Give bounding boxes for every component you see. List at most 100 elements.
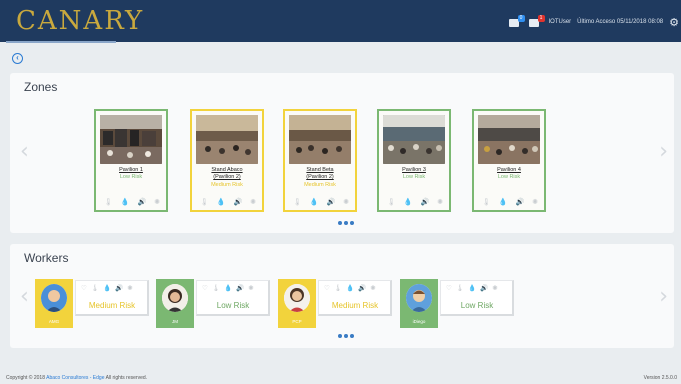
zone-sensor-row: 🌡 💧 🔊 ✺	[482, 198, 538, 206]
workers-title: Workers	[24, 251, 69, 265]
pagination-dot[interactable]	[350, 221, 354, 225]
gas-icon: ✺	[343, 199, 349, 206]
worker-risk-label: Low Risk	[460, 301, 494, 310]
sound-icon: 🔊	[358, 285, 367, 292]
humidity-drop-icon: 💧	[120, 199, 130, 206]
zone-photo	[383, 115, 445, 164]
worker-sensor-row: ♡ 🌡 💧 🔊 ✺	[446, 284, 498, 292]
zone-risk-label: Medium Risk	[304, 182, 336, 188]
workers-prev-arrow[interactable]: ‹	[20, 284, 29, 309]
worker-sensor-row: ♡ 🌡 💧 🔊 ✺	[81, 284, 133, 292]
worker-status-box: ♡ 🌡 💧 🔊 ✺ Low Risk	[196, 280, 270, 316]
worker-status-box: ♡ 🌡 💧 🔊 ✺ Low Risk	[440, 280, 514, 316]
zone-name[interactable]: Pavilion 1	[96, 167, 166, 174]
zone-name-line1: Stand Abaco	[211, 167, 243, 173]
zone-card[interactable]: Pavilion 1 Low Risk 🌡 💧 🔊 ✺	[94, 109, 168, 212]
pagination-dot[interactable]	[338, 221, 342, 225]
heart-icon: ♡	[324, 285, 330, 292]
zone-name-line1: Pavilion 3	[402, 167, 426, 173]
heart-icon: ♡	[202, 285, 208, 292]
thermometer-icon: 🌡	[211, 285, 221, 292]
zone-name-line2: (Pavilion 2)	[306, 174, 334, 180]
zone-card[interactable]: Pavilion 4 Low Risk 🌡 💧 🔊 ✺	[472, 109, 546, 212]
zone-photo	[478, 115, 540, 164]
thermometer-icon: 🌡	[293, 199, 302, 206]
copyright-prefix: Copyright © 2018	[6, 375, 45, 381]
canary-logo[interactable]: CANARY	[16, 6, 144, 36]
gas-icon: ✺	[248, 285, 254, 292]
alerts-button[interactable]: 1	[528, 15, 545, 28]
gas-icon: ✺	[532, 199, 538, 206]
zones-next-arrow[interactable]: ›	[659, 139, 668, 164]
zone-photo	[196, 115, 258, 164]
avatar: AMG	[35, 279, 73, 328]
worker-sensor-row: ♡ 🌡 💧 🔊 ✺	[324, 284, 376, 292]
zone-photo	[100, 115, 162, 164]
workers-panel: Workers ‹ › AMG ♡ 🌡 💧 🔊 ✺ Medium Risk JM ♡ 🌡 💧…	[10, 244, 674, 348]
zone-name-line2: (Pavilion 2)	[213, 174, 241, 180]
top-navigation-bar: CANARY 0 1 IOTUser Último Acceso 05/11/2…	[0, 0, 681, 43]
workers-next-arrow[interactable]: ›	[659, 284, 668, 309]
user-name[interactable]: IOTUser	[549, 19, 572, 25]
sound-icon: 🔊	[115, 285, 124, 292]
pagination-dot[interactable]	[344, 221, 348, 225]
company-link[interactable]: Abaco Consultores - Edge	[46, 375, 104, 381]
zone-name[interactable]: Stand Abaco (Pavilion 2)	[192, 167, 262, 181]
gas-icon: ✺	[250, 199, 256, 206]
gas-icon: ✺	[492, 285, 498, 292]
logo-underline	[6, 41, 116, 43]
version-label: Version 2.5.0.0	[643, 375, 677, 381]
pagination-dot[interactable]	[338, 334, 342, 338]
worker-risk-label: Medium Risk	[331, 301, 379, 310]
heart-icon: ♡	[81, 285, 87, 292]
thermometer-icon: 🌡	[482, 199, 491, 206]
workers-pagination-dots[interactable]	[338, 334, 354, 338]
header-right-area: 0 1 IOTUser Último Acceso 05/11/2018 08:…	[508, 14, 681, 30]
worker-risk-label: Low Risk	[216, 301, 250, 310]
pagination-dot[interactable]	[344, 334, 348, 338]
zone-sensor-row: 🌡 💧 🔊 ✺	[200, 198, 256, 206]
thermometer-icon: 🌡	[104, 199, 113, 206]
alert-count-badge: 1	[537, 15, 545, 22]
notification-count-badge: 0	[517, 15, 525, 22]
gear-icon[interactable]: ⚙	[669, 16, 679, 29]
back-arrow-icon[interactable]: ‹	[12, 53, 23, 64]
zone-card[interactable]: Stand Abaco (Pavilion 2) Medium Risk 🌡 💧 🔊 ✺	[190, 109, 264, 212]
zone-risk-label: Medium Risk	[211, 182, 243, 188]
humidity-drop-icon: 💧	[498, 199, 508, 206]
zones-prev-arrow[interactable]: ‹	[20, 139, 29, 164]
notifications-button[interactable]: 0	[508, 15, 525, 28]
zone-photo	[289, 115, 351, 164]
thermometer-icon: 🌡	[333, 285, 343, 292]
zone-name-line1: Pavilion 1	[119, 167, 143, 173]
zone-name[interactable]: Pavilion 4	[474, 167, 544, 174]
zone-card[interactable]: Pavilion 3 Low Risk 🌡 💧 🔊 ✺	[377, 109, 451, 212]
worker-status-box: ♡ 🌡 💧 🔊 ✺ Medium Risk	[75, 280, 149, 316]
zone-name-line1: Pavilion 4	[497, 167, 521, 173]
thermometer-icon: 🌡	[387, 199, 396, 206]
last-access-text: Último Acceso 05/11/2018 08:08	[577, 19, 664, 25]
zone-card[interactable]: Stand Beta (Pavilion 2) Medium Risk 🌡 💧 🔊 ✺	[283, 109, 357, 212]
worker-risk-label: Medium Risk	[88, 301, 136, 310]
zone-risk-label: Low Risk	[402, 174, 426, 180]
copyright-suffix: All rights reserved.	[105, 375, 148, 381]
humidity-drop-icon: 💧	[468, 285, 477, 292]
worker-avatar-icon	[284, 284, 310, 312]
zone-name[interactable]: Pavilion 3	[379, 167, 449, 174]
avatar: iDiego	[400, 279, 438, 328]
humidity-drop-icon: 💧	[216, 199, 226, 206]
pagination-dot[interactable]	[350, 334, 354, 338]
gas-icon: ✺	[154, 199, 160, 206]
zone-sensor-row: 🌡 💧 🔊 ✺	[104, 198, 160, 206]
humidity-drop-icon: 💧	[224, 285, 233, 292]
flag-icon	[508, 19, 519, 27]
sound-icon: 🔊	[137, 199, 147, 206]
zone-name[interactable]: Stand Beta (Pavilion 2)	[285, 167, 355, 181]
worker-name: PCP	[292, 319, 302, 324]
avatar: JM	[156, 279, 194, 328]
worker-sensor-row: ♡ 🌡 💧 🔊 ✺	[202, 284, 254, 292]
sound-icon: 🔊	[236, 285, 245, 292]
thermometer-icon: 🌡	[90, 285, 100, 292]
zones-pagination-dots[interactable]	[338, 221, 354, 225]
thermometer-icon: 🌡	[200, 199, 209, 206]
